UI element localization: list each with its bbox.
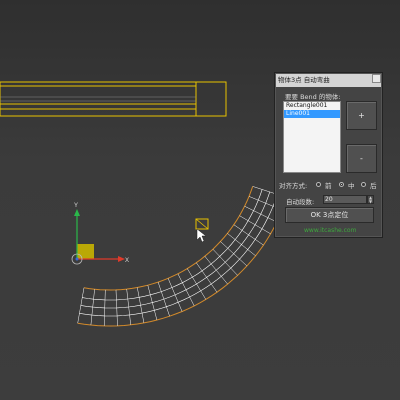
arc-segment-line — [239, 215, 271, 235]
vertex-selection-diag — [195, 218, 209, 230]
dialog-title: 物体3点 自动弯曲 — [276, 74, 381, 87]
align-center-radio[interactable] — [339, 182, 344, 187]
align-back-label: 后 — [370, 182, 377, 190]
rectangle-inner-lines — [0, 96, 196, 102]
align-front-label: 前 — [325, 182, 332, 190]
arc-segment-line — [187, 268, 207, 300]
align-front-radio[interactable] — [316, 182, 321, 187]
segments-spinner-icon[interactable]: ▲ ▼ — [367, 195, 374, 204]
arc-segment-line — [77, 287, 85, 324]
arc-wire — [82, 189, 263, 301]
axis-y-label: Y — [74, 203, 78, 209]
bend-objects-label: 要要 Bend 的物体: — [285, 93, 341, 101]
mouse-cursor-icon — [196, 228, 207, 243]
align-label: 对齐方式: — [279, 182, 308, 190]
align-center-label: 中 — [348, 182, 355, 190]
add-button[interactable]: + — [346, 101, 377, 130]
close-button[interactable] — [372, 74, 381, 83]
segments-input[interactable]: 20 — [323, 195, 367, 204]
remove-button[interactable]: - — [346, 144, 377, 173]
arc-segment-line — [220, 241, 248, 267]
arc-edge — [83, 186, 254, 291]
arc-segment-line — [137, 287, 145, 323]
segments-label: 自动段数: — [286, 198, 315, 206]
object-listbox[interactable]: Rectangle001 Line001 — [283, 101, 341, 173]
arc-segment-line — [147, 285, 158, 321]
arc-edge — [77, 197, 288, 327]
ok-3point-button[interactable]: OK 3点定位 — [285, 207, 374, 223]
transform-gizmo[interactable] — [71, 209, 125, 265]
list-item-selected[interactable]: Line001 — [284, 110, 340, 118]
arc-segment-line — [167, 278, 183, 312]
website-link[interactable]: www.itcashe.com — [304, 227, 356, 234]
arc-segment-line — [157, 282, 170, 317]
arc-wire — [79, 194, 278, 317]
list-item[interactable]: Rectangle001 — [284, 102, 340, 110]
axis-x-label: X — [125, 258, 129, 264]
rectangle-object[interactable] — [0, 81, 227, 117]
align-back-radio[interactable] — [361, 182, 366, 187]
bent-line-object[interactable] — [77, 186, 288, 327]
arc-wire — [80, 191, 271, 309]
